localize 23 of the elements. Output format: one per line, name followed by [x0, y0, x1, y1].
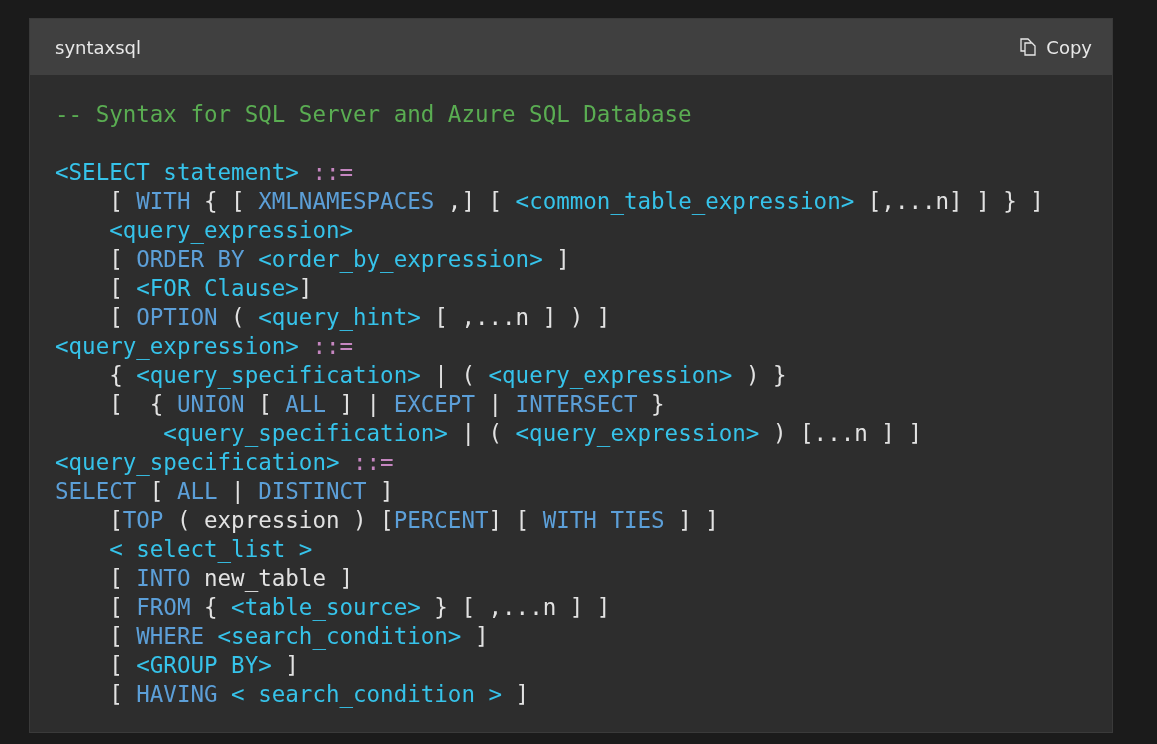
code-line: [ <FOR Clause>] — [108, 274, 313, 303]
copy-button[interactable]: Copy — [1016, 32, 1094, 62]
code-line: SELECT [ ALL | DISTINCT ] — [55, 477, 394, 506]
copy-icon — [1018, 37, 1039, 57]
code-line: [ INTO new_table ] — [108, 564, 354, 593]
code-line: { <query_specification> | ( <query_expression> ) } — [108, 361, 787, 390]
code-line: [ WITH { [ XMLNAMESPACES ,] [ <common_table_expression> [,...n] ] } ] — [108, 187, 1044, 216]
code-line: <query_specification> | ( <query_expression> ) [...n ] ] — [162, 419, 922, 448]
code-line: <SELECT statement> ::= — [55, 158, 354, 187]
code-line: [ { UNION [ ALL ] | EXCEPT | INTERSECT } — [108, 390, 665, 419]
language-label: syntaxsql — [55, 36, 141, 58]
code-line: -- Syntax for SQL Server and Azure SQL Database — [55, 100, 692, 129]
code-line: [ ORDER BY <order_by_expression> ] — [108, 245, 570, 274]
code-line: <query_expression> — [108, 216, 353, 245]
code-line: <query_specification> ::= — [55, 448, 394, 477]
code-line: [ HAVING < search_condition > ] — [108, 680, 530, 709]
code-line: [ WHERE <search_condition> ] — [108, 622, 489, 651]
code-line: [ <GROUP BY> ] — [108, 651, 299, 680]
code-line: [TOP ( expression ) [PERCENT] [ WITH TIES ] ] — [108, 506, 719, 535]
code-line: [ OPTION ( <query_hint> [ ,...n ] ) ] — [108, 303, 611, 332]
code-line: < select_list > — [108, 535, 313, 564]
code-line: <query_expression> ::= — [55, 332, 354, 361]
code-line: [ FROM { <table_source> } [ ,...n ] ] — [108, 593, 611, 622]
